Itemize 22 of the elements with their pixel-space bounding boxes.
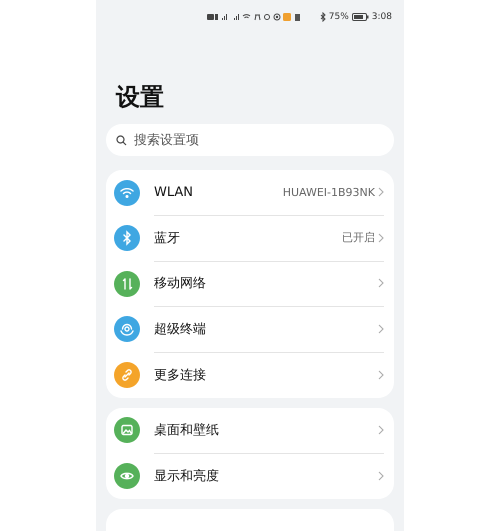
chevron-icon [378,424,384,435]
bluetooth-icon [320,12,326,22]
setting-label[interactable]: 蓝牙 [154,228,342,247]
chevron-icon [378,324,384,334]
chevron-icon [378,370,384,380]
setting-label[interactable]: 显示和亮度 [154,466,378,485]
battery-icon [352,13,369,21]
battery-percentage: 75% [328,12,349,22]
setting-label[interactable]: 超级终端 [154,320,378,338]
setting-value: 已开启 [342,230,375,246]
search-field[interactable]: 搜索设置项 [106,124,394,156]
chevron-icon [378,278,384,288]
page-title: 设置 [116,82,165,113]
setting-label[interactable]: WLAN [154,184,283,200]
setting-value: HUAWEI-1B93NK [282,186,375,199]
chevron-icon [378,470,384,481]
setting-label[interactable]: 更多连接 [154,366,378,384]
chevron-icon [378,232,384,243]
chevron-icon [378,187,384,198]
setting-label[interactable]: 移动网络 [154,274,378,292]
setting-label[interactable]: 桌面和壁纸 [154,420,378,439]
clock-time: 3:08 [372,12,392,22]
